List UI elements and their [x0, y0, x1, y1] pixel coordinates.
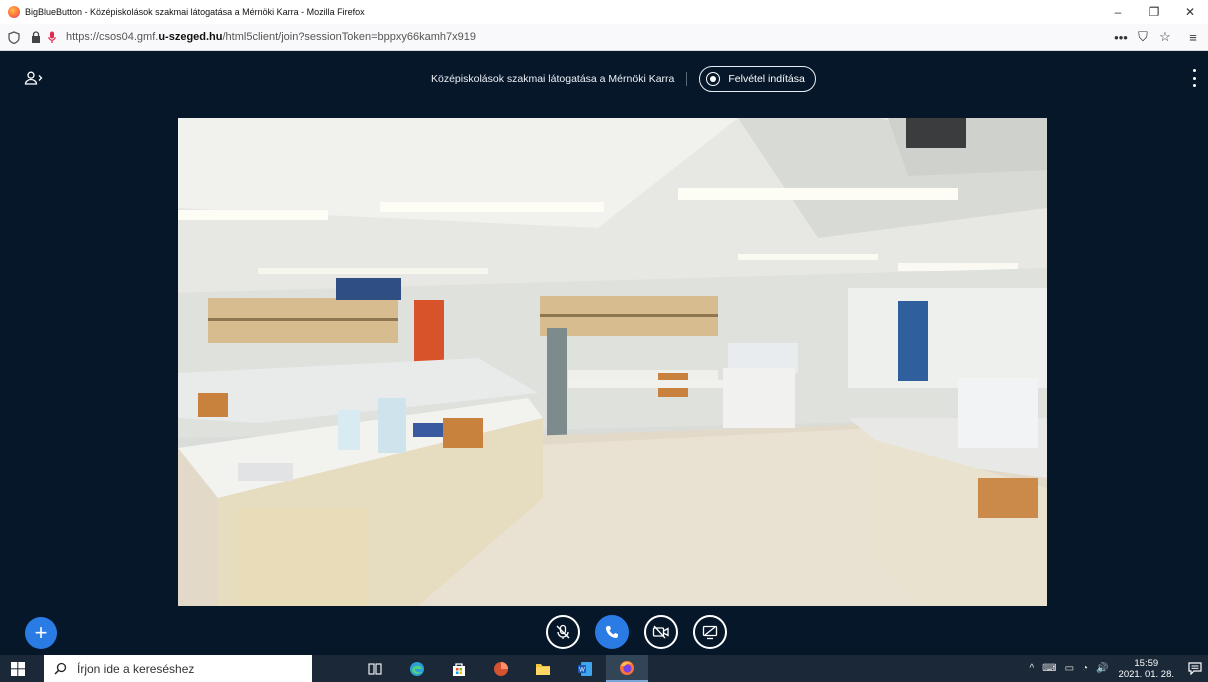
close-button[interactable]: ✕: [1172, 0, 1208, 24]
lock-icon[interactable]: [28, 29, 44, 45]
edge-icon: [410, 661, 424, 676]
meeting-title: Középiskolások szakmai látogatása a Mérn…: [431, 73, 675, 85]
taskbar-store[interactable]: [438, 655, 480, 682]
wifi-icon[interactable]: ◔: [1082, 663, 1088, 674]
video-off-icon: [652, 625, 669, 639]
screenshare-off-icon: [702, 625, 718, 639]
pocket-icon[interactable]: ⛉: [1132, 27, 1154, 47]
url-path: /html5client/join?sessionToken=bppxy66ka…: [222, 31, 476, 43]
url-prefix: https://csos04.gmf.: [66, 31, 159, 43]
restore-button[interactable]: ❐: [1136, 0, 1172, 24]
taskbar-powerpoint[interactable]: [480, 655, 522, 682]
microphone-in-use-icon[interactable]: [44, 29, 60, 45]
windows-taskbar: Írjon ide a kereséshez W ^ ⌨ ▭ ◔ 🔊 15:59…: [0, 655, 1208, 682]
taskbar-edge[interactable]: [396, 655, 438, 682]
firefox-icon: [620, 660, 634, 675]
store-icon: [453, 662, 465, 676]
svg-text:W: W: [579, 667, 585, 673]
shield-icon[interactable]: [6, 29, 22, 45]
url-host: u-szeged.hu: [158, 31, 223, 43]
users-icon: [24, 71, 43, 85]
search-icon: [54, 662, 67, 675]
address-field[interactable]: https://csos04.gmf.u-szeged.hu/html5clie…: [66, 31, 476, 43]
phone-icon: [606, 626, 618, 638]
bbb-app: Középiskolások szakmai látogatása a Mérn…: [0, 52, 1208, 655]
unmute-button[interactable]: [546, 615, 580, 649]
battery-icon[interactable]: ▭: [1065, 663, 1074, 674]
clock-date: 2021. 01. 28.: [1118, 668, 1174, 680]
taskbar-search-box[interactable]: Írjon ide a kereséshez: [44, 655, 312, 682]
record-label: Felvétel indítása: [728, 73, 805, 85]
share-screen-button[interactable]: [693, 615, 727, 649]
taskbar-firefox[interactable]: [606, 655, 648, 682]
start-button[interactable]: [0, 655, 36, 682]
clock-time: 15:59: [1134, 657, 1159, 669]
url-bar: https://csos04.gmf.u-szeged.hu/html5clie…: [0, 24, 1208, 51]
taskbar-file-explorer[interactable]: [522, 655, 564, 682]
search-placeholder: Írjon ide a kereséshez: [77, 661, 195, 676]
actions-plus-button[interactable]: +: [25, 617, 57, 649]
webcam-video[interactable]: [178, 118, 1047, 606]
menu-button[interactable]: ≡: [1182, 27, 1204, 47]
windows-logo-icon: [11, 661, 25, 676]
muted-microphone-icon: [556, 624, 570, 639]
share-webcam-button[interactable]: [644, 615, 678, 649]
firefox-logo-icon: [8, 6, 20, 18]
page-actions-button[interactable]: •••: [1110, 27, 1132, 47]
record-icon: [706, 72, 721, 86]
taskbar-word[interactable]: W: [564, 655, 606, 682]
task-view-icon: [368, 662, 382, 675]
powerpoint-icon: [494, 661, 508, 676]
word-icon: W: [578, 661, 592, 676]
header-divider: [686, 72, 688, 86]
window-title: BigBlueButton - Középiskolások szakmai l…: [25, 7, 365, 17]
show-hidden-icons-button[interactable]: ^: [1029, 663, 1034, 674]
user-list-toggle-button[interactable]: [22, 68, 46, 88]
clock[interactable]: 15:59 2021. 01. 28.: [1119, 658, 1174, 680]
folder-icon: [536, 663, 550, 675]
window-controls: – ❐ ✕: [1100, 0, 1208, 24]
leave-audio-button[interactable]: [595, 615, 629, 649]
volume-icon[interactable]: 🔊: [1096, 663, 1108, 674]
notification-icon: [1188, 662, 1202, 675]
media-controls: [546, 615, 742, 649]
browser-titlebar: BigBlueButton - Középiskolások szakmai l…: [0, 0, 1208, 24]
keyboard-icon[interactable]: ⌨: [1042, 663, 1056, 674]
minimize-button[interactable]: –: [1100, 0, 1136, 24]
video-frame: [178, 118, 1047, 606]
taskbar-apps: W: [354, 655, 648, 682]
notifications-button[interactable]: [1182, 655, 1208, 682]
task-view-button[interactable]: [354, 655, 396, 682]
meeting-header: Középiskolások szakmai látogatása a Mérn…: [431, 66, 816, 92]
options-menu-button[interactable]: [1190, 69, 1198, 87]
start-recording-button[interactable]: Felvétel indítása: [699, 66, 816, 92]
bookmark-star-icon[interactable]: ☆: [1154, 27, 1176, 47]
system-tray: ^ ⌨ ▭ ◔ 🔊 15:59 2021. 01. 28.: [1025, 655, 1208, 682]
